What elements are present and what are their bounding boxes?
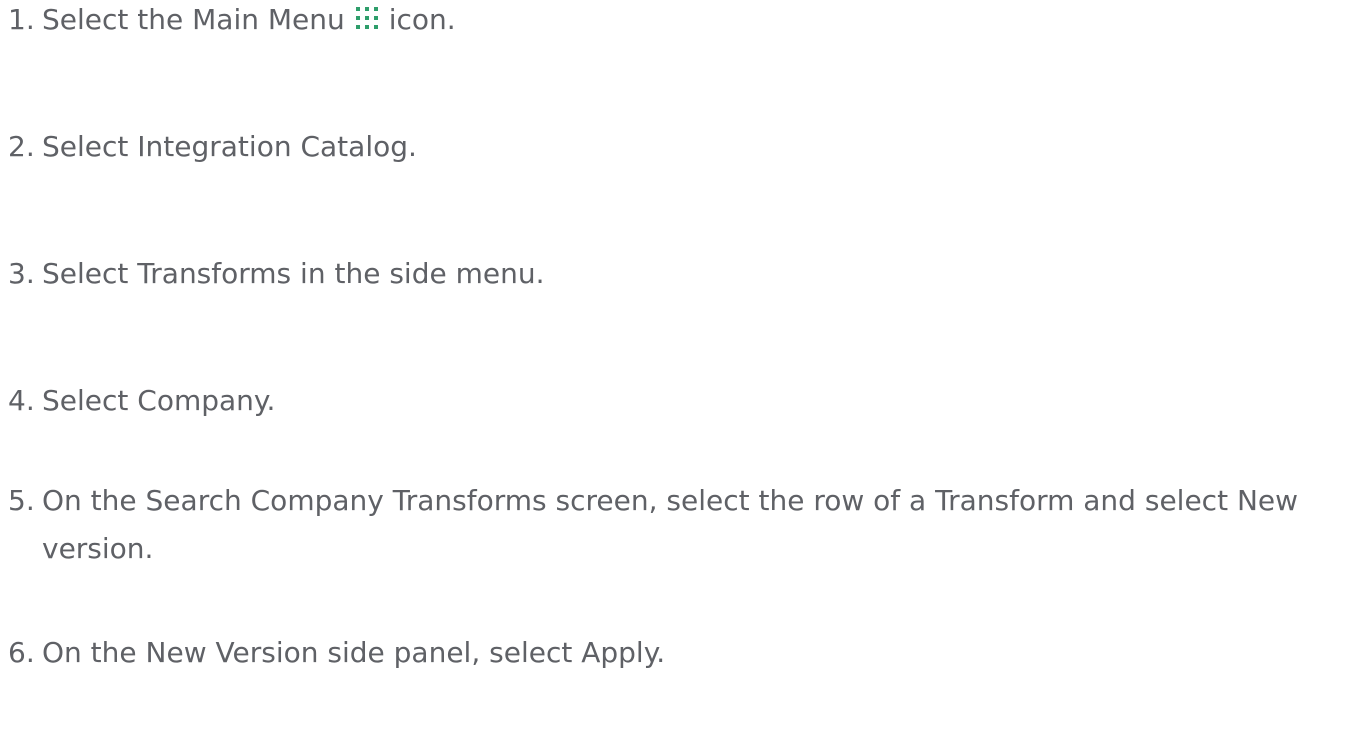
step-6: 6. On the New Version side panel, select… — [8, 629, 1343, 677]
step-text: Select Integration Catalog. — [42, 130, 417, 163]
step-text: On the Search Company Transforms screen,… — [42, 484, 1299, 565]
step-text-after-icon: icon. — [388, 3, 456, 36]
step-3: 3. Select Transforms in the side menu. — [8, 250, 1343, 298]
step-number: 2. — [8, 130, 35, 163]
step-4: 4. Select Company. — [8, 377, 1343, 425]
step-number: 5. — [8, 484, 35, 517]
step-number: 6. — [8, 636, 35, 669]
step-text: Select Transforms in the side menu. — [42, 257, 545, 290]
step-5: 5. On the Search Company Transforms scre… — [8, 477, 1343, 573]
step-number: 4. — [8, 384, 35, 417]
step-1: 1. Select the Main Menu icon. — [8, 0, 1343, 44]
step-number: 1. — [8, 3, 35, 36]
step-text: Select Company. — [42, 384, 276, 417]
step-text-before-icon: Select the Main Menu — [42, 3, 345, 36]
main-menu-grid-icon — [355, 7, 378, 29]
step-number: 3. — [8, 257, 35, 290]
step-text: On the New Version side panel, select Ap… — [42, 636, 666, 669]
step-text: Select the Main Menu icon. — [42, 0, 1343, 44]
instruction-steps: 1. Select the Main Menu icon. 2. Select … — [0, 0, 1349, 738]
step-2: 2. Select Integration Catalog. — [8, 123, 1343, 171]
